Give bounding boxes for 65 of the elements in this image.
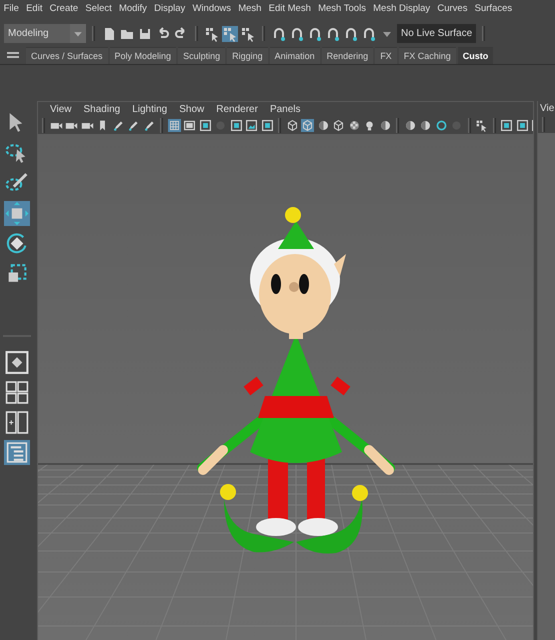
frame-icon[interactable] [260, 119, 274, 132]
magnet-icon[interactable] [361, 26, 377, 42]
menu-item[interactable]: Curves [434, 0, 472, 17]
panel-menu-item[interactable]: Vie [540, 101, 554, 116]
sphere-icon[interactable] [378, 119, 392, 132]
sphere-icon[interactable] [404, 119, 416, 132]
cube-icon[interactable] [286, 119, 298, 132]
frame-icon[interactable] [230, 119, 242, 132]
checker-icon[interactable] [348, 119, 360, 132]
workspace-dropdown[interactable]: Modeling [4, 24, 86, 43]
two-view-icon[interactable] [4, 410, 30, 435]
grid-icon[interactable] [168, 119, 180, 132]
pen-icon[interactable] [112, 119, 124, 132]
shelf-tab[interactable]: Poly Modeling [110, 47, 176, 64]
menu-item[interactable]: Mesh [234, 0, 266, 17]
shelf-tab[interactable]: Rendering [322, 47, 374, 64]
shelf-tab[interactable]: Animation [270, 47, 320, 64]
sphere-icon[interactable] [316, 119, 330, 132]
selection-mask-icon[interactable] [475, 119, 488, 132]
selection-mask-icon[interactable] [240, 26, 256, 42]
shelf-tab[interactable]: Rigging [227, 47, 268, 64]
pen-icon[interactable] [142, 119, 156, 132]
menu-item[interactable]: Display [150, 0, 189, 17]
menu-item[interactable]: Select [82, 0, 116, 17]
panel-menu-item[interactable]: Shading [78, 102, 126, 117]
ring-icon[interactable] [434, 119, 448, 132]
frame-icon[interactable] [516, 119, 528, 132]
image-icon[interactable] [245, 119, 258, 132]
frame-icon[interactable] [198, 119, 212, 132]
cube-icon[interactable] [332, 119, 345, 132]
panel-menu-item[interactable]: Show [173, 102, 210, 117]
menu-item[interactable]: Mesh Display [370, 0, 434, 17]
shelf-tab[interactable]: FX Caching [398, 47, 456, 64]
magnet-icon[interactable] [343, 26, 359, 42]
menu-item[interactable]: Mesh Tools [314, 0, 370, 17]
panel-menu-item[interactable]: View [44, 102, 78, 117]
panel-menu-item[interactable]: Panels [264, 102, 307, 117]
sphere-icon[interactable] [419, 119, 432, 132]
panel-menu-item[interactable]: Renderer [210, 102, 264, 117]
selection-mask-icon[interactable] [222, 26, 238, 42]
four-view-icon[interactable] [4, 380, 30, 405]
pen-icon[interactable] [127, 119, 140, 132]
magnet-icon[interactable] [307, 26, 323, 42]
menu-item[interactable]: Windows [188, 0, 235, 17]
menu-icon[interactable] [7, 51, 19, 60]
frame-icon[interactable] [500, 119, 513, 132]
menu-item[interactable]: Edit Mesh [265, 0, 314, 17]
shelf-tab[interactable]: Curves / Surfaces [26, 47, 108, 64]
live-surface-field[interactable]: No Live Surface [397, 24, 476, 43]
film-icon[interactable] [183, 119, 196, 132]
shelf-tab[interactable]: Sculpting [178, 47, 226, 64]
outliner-icon[interactable] [4, 440, 30, 465]
menu-item[interactable]: Surfaces [471, 0, 516, 17]
selection-mask-icon[interactable] [204, 26, 220, 42]
magnet-icon[interactable] [289, 26, 305, 42]
shelf-tab[interactable]: FX [375, 47, 397, 64]
menu-item[interactable]: Create [46, 0, 82, 17]
panel-menu-item[interactable]: Lighting [126, 102, 174, 117]
menu-item[interactable]: File [0, 0, 22, 17]
menu-item[interactable]: Edit [22, 0, 46, 17]
magnet-icon[interactable] [271, 26, 287, 42]
magnet-icon[interactable] [325, 26, 341, 42]
shelf-tab[interactable]: Custo [458, 47, 494, 64]
menu-item[interactable]: Modify [115, 0, 151, 17]
single-view-icon[interactable] [4, 350, 30, 375]
